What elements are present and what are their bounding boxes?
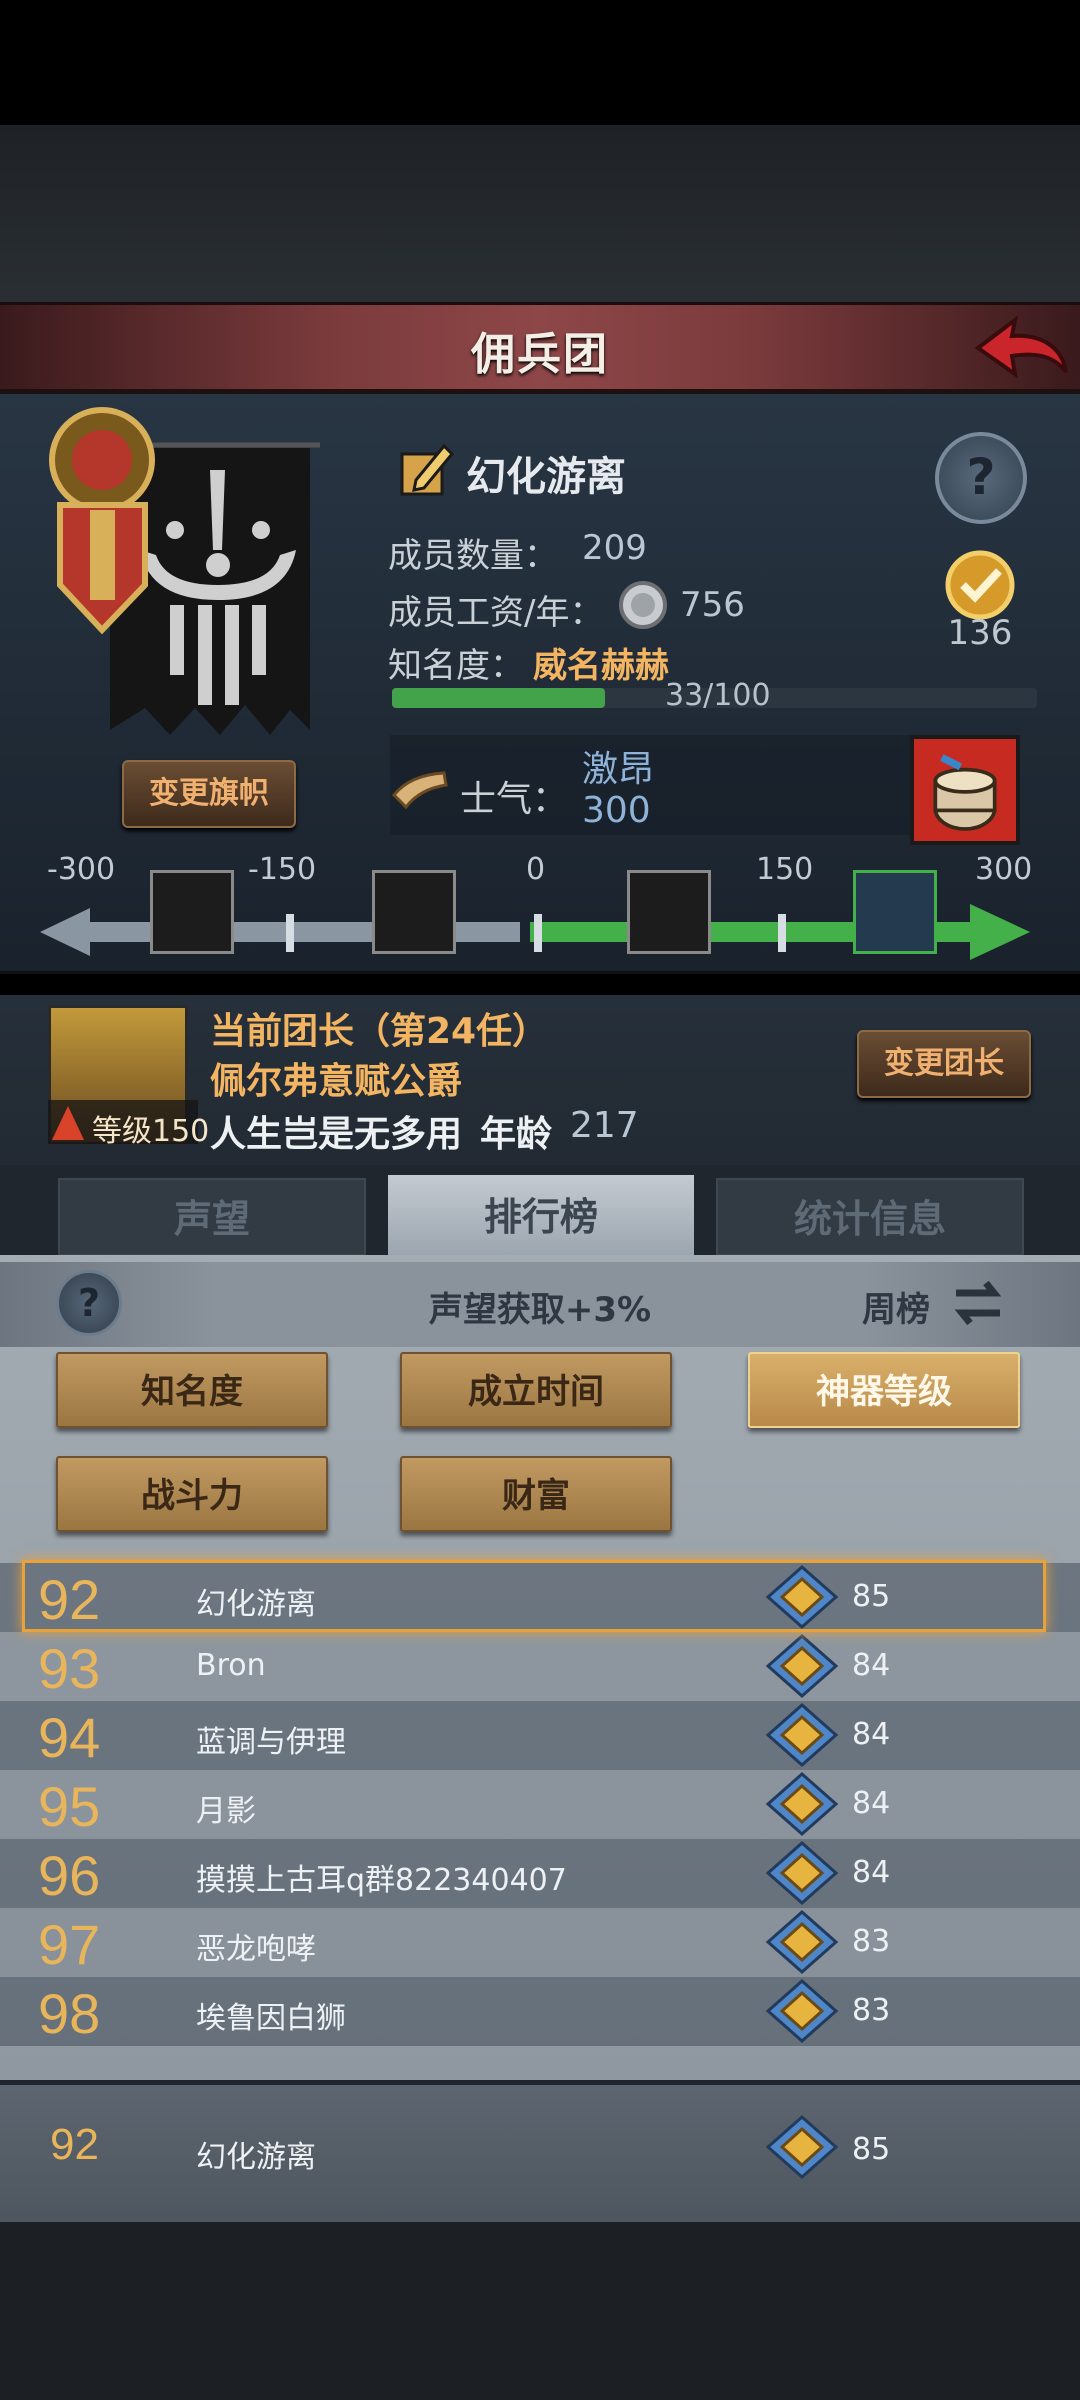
members-value: 209 [582,528,647,568]
change-leader-button[interactable]: 变更团长 [857,1030,1031,1098]
row-value: 83 [852,1993,891,2028]
row-rank: 94 [38,1706,101,1769]
tab-statistics[interactable]: 统计信息 [716,1178,1024,1256]
table-row[interactable] [0,1770,1080,1839]
fame-progress-text: 33/100 [665,678,771,713]
row-rank: 95 [38,1775,101,1838]
guild-name: 幻化游离 [466,454,626,500]
morale-label: 士气： [460,779,569,820]
row-guild-name: 摸摸上古耳q群822340407 [196,1863,567,1898]
scale-tick: 300 [975,852,1033,887]
leader-level: 等级150 [92,1114,210,1149]
artifact-badge-icon [765,1841,839,1905]
selected-row-frame [22,1560,1046,1632]
salary-value: 756 [680,585,745,625]
fame-value: 威名赫赫 [533,646,669,686]
scale-tick: -300 [47,852,116,887]
help-icon[interactable]: ? [935,432,1027,524]
row-value: 83 [852,1924,891,1959]
members-label: 成员数量： [388,536,558,576]
fame-progress-fill [392,688,605,708]
row-guild-name: Bron [196,1648,266,1683]
row-guild-name: 埃鲁因白狮 [196,2001,346,2036]
sort-artifact-level-button[interactable]: 神器等级 [748,1352,1020,1428]
morale-state-figure-icon[interactable] [627,870,711,954]
age-value: 217 [570,1105,639,1146]
page-title: 佣兵团 [471,329,609,380]
row-rank: 97 [38,1913,101,1976]
age-label: 年龄 [480,1114,553,1155]
sort-power-button[interactable]: 战斗力 [56,1456,328,1532]
table-row[interactable] [0,1908,1080,1977]
row-guild-name: 蓝调与伊理 [196,1725,346,1760]
tab-reputation[interactable]: 声望 [58,1178,366,1256]
row-value: 84 [852,1717,891,1752]
sort-fame-button[interactable]: 知名度 [56,1352,328,1428]
salary-label: 成员工资/年： [388,593,604,633]
morale-state: 激昂 [582,749,655,790]
artifact-badge-icon [765,1910,839,1974]
rank-badge-value: 136 [947,613,1013,653]
my-guild-name: 幻化游离 [196,2140,316,2175]
status-bar-area [0,0,1080,125]
bottom-area [0,2222,1080,2400]
horn-icon [391,771,448,810]
scale-tick: -150 [248,852,317,887]
table-row[interactable] [0,1977,1080,2046]
row-rank: 93 [38,1637,101,1700]
row-guild-name: 恶龙咆哮 [196,1932,316,1967]
edit-icon[interactable] [398,440,456,498]
row-rank: 98 [38,1982,101,2045]
artifact-badge-icon [765,1772,839,1836]
sort-founded-button[interactable]: 成立时间 [400,1352,672,1428]
row-value: 84 [852,1855,891,1890]
morale-state-eye-icon[interactable] [150,870,234,954]
morale-value: 300 [582,790,651,831]
morale-state-hands-icon[interactable] [372,870,456,954]
silver-coin-icon [619,581,667,629]
change-flag-button[interactable]: 变更旗帜 [122,760,296,828]
tab-ranking[interactable]: 排行榜 [388,1175,694,1259]
leader-title: 当前团长（第24任） [210,1011,549,1052]
morale-state-flag-icon[interactable] [853,870,937,954]
row-value: 84 [852,1786,891,1821]
leader-motto: 人生岂是无多用 [210,1114,463,1155]
war-drum-icon[interactable] [910,735,1020,845]
row-value: 84 [852,1648,891,1683]
backdrop [0,125,1080,305]
row-guild-name: 月影 [196,1794,256,1829]
artifact-badge-icon [765,1979,839,2043]
scale-tick: 0 [526,852,546,887]
guild-emblem-icon [49,407,155,635]
sort-wealth-button[interactable]: 财富 [400,1456,672,1532]
artifact-badge-icon [765,1634,839,1698]
artifact-badge-icon [765,2115,839,2179]
fame-label: 知名度： [388,646,524,686]
artifact-badge-icon [765,1703,839,1767]
scale-tick: 150 [756,852,814,887]
my-guild-value: 85 [852,2132,891,2167]
table-row[interactable] [0,1632,1080,1701]
back-arrow-icon[interactable] [970,310,1070,384]
my-guild-row[interactable] [0,2080,1080,2227]
my-rank: 92 [50,2120,99,2169]
row-rank: 96 [38,1844,101,1907]
leader-name: 佩尔弗意赋公爵 [210,1061,463,1102]
table-row[interactable] [0,1701,1080,1770]
period-label[interactable]: 周榜 [862,1282,930,1331]
swap-icon[interactable] [950,1275,1006,1331]
